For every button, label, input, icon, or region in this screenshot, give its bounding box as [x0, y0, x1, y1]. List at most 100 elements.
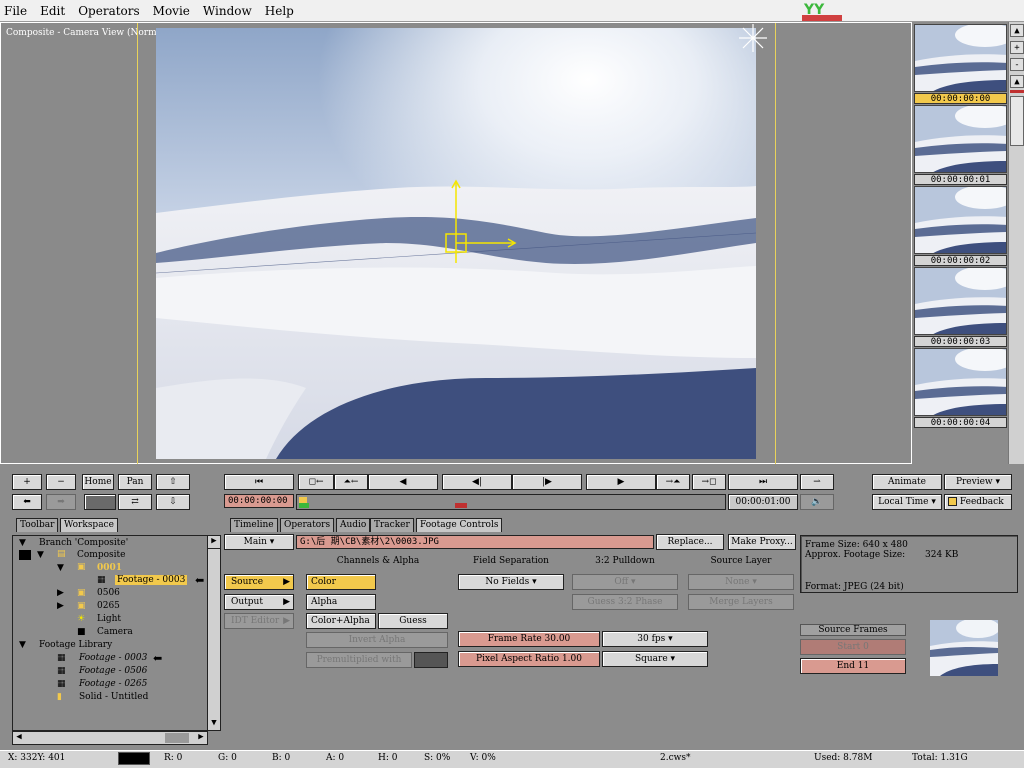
play-icon[interactable]: ▶	[586, 474, 656, 490]
frame-rate-field[interactable]: Frame Rate 30.00	[458, 631, 600, 647]
premultiplied-button[interactable]: Premultiplied with	[306, 652, 412, 668]
tree-footage-library[interactable]: Footage Library	[39, 640, 112, 650]
invert-alpha-button[interactable]: Invert Alpha	[306, 632, 448, 648]
tree-expand-icon[interactable]: ▶	[57, 601, 64, 611]
thumbnail-scrollbar[interactable]: ▲ + - ▲	[1008, 22, 1024, 464]
zoom-in-button[interactable]: +	[1010, 41, 1024, 54]
guess-button[interactable]: Guess	[378, 613, 448, 629]
go-to-end-icon[interactable]: ⏭	[728, 474, 798, 490]
tab-workspace[interactable]: Workspace	[60, 518, 118, 532]
guess-phase-button[interactable]: Guess 3:2 Phase	[572, 594, 678, 610]
tree-light[interactable]: Light	[97, 614, 121, 624]
tab-timeline[interactable]: Timeline	[230, 518, 278, 532]
frame-thumbnail[interactable]	[914, 348, 1007, 416]
end-time-field[interactable]: 00:00:01:00	[728, 494, 798, 510]
scroll-thumb[interactable]	[1010, 96, 1024, 146]
replace-button[interactable]: Replace...	[656, 534, 724, 550]
tree-composite[interactable]: Composite	[77, 550, 125, 560]
current-time-field[interactable]: 00:00:00:00	[224, 494, 294, 508]
tab-tracker[interactable]: Tracker	[370, 518, 414, 532]
tree-collapse-icon[interactable]: ▶	[207, 535, 221, 549]
link-tool-icon[interactable]: ⇄	[118, 494, 152, 510]
field-separation-dropdown[interactable]: No Fields ▾	[458, 574, 564, 590]
pixel-aspect-dropdown[interactable]: Square ▾	[602, 651, 708, 667]
frame-rate-dropdown[interactable]: 30 fps ▾	[602, 631, 708, 647]
next-keyframe-icon[interactable]: →⏶	[656, 474, 690, 490]
zoom-out-button[interactable]: −	[46, 474, 76, 490]
menu-movie[interactable]: Movie	[153, 4, 190, 18]
main-dropdown[interactable]: Main ▾	[224, 534, 294, 550]
local-time-dropdown[interactable]: Local Time ▾	[872, 494, 942, 510]
source-button[interactable]: Source ▶	[224, 574, 294, 590]
menu-file[interactable]: File	[4, 4, 27, 18]
tree-footage-0003[interactable]: Footage - 0003	[115, 575, 188, 585]
footage-path-field[interactable]: G:\后 期\CB\素材\2\0003.JPG	[296, 535, 654, 549]
end-frame-field[interactable]: End 11	[800, 658, 906, 674]
color-swatch-button[interactable]	[84, 494, 116, 510]
color-option[interactable]: Color	[306, 574, 376, 590]
source-layer-dropdown[interactable]: None ▾	[688, 574, 794, 590]
next-marker-icon[interactable]: →◻	[692, 474, 726, 490]
tree-layer-0001[interactable]: 0001	[97, 563, 122, 573]
tab-audio[interactable]: Audio	[336, 518, 371, 532]
camera-transform-gizmo[interactable]	[440, 178, 520, 268]
frame-thumbnail[interactable]	[914, 105, 1007, 173]
pan-button[interactable]: Pan	[118, 474, 152, 490]
scroll-up-icon[interactable]: ▲	[1010, 24, 1024, 37]
tree-expand-icon[interactable]: ▶	[57, 588, 64, 598]
library-footage-0003[interactable]: Footage - 0003	[79, 653, 147, 663]
scroll-down-icon[interactable]: ▼	[208, 718, 220, 730]
preview-dropdown[interactable]: Preview ▾	[944, 474, 1012, 490]
scroll-right-icon[interactable]: ▶	[195, 732, 207, 742]
tree-toggle-icon[interactable]: ▼	[57, 563, 64, 573]
alpha-option[interactable]: Alpha	[306, 594, 376, 610]
zoom-out-button[interactable]: -	[1010, 58, 1024, 71]
tree-layer-0265[interactable]: 0265	[97, 601, 120, 611]
menu-operators[interactable]: Operators	[78, 4, 139, 18]
library-footage-0506[interactable]: Footage - 0506	[79, 666, 147, 676]
prev-keyframe-icon[interactable]: ⏶←	[334, 474, 368, 490]
scroll-up-arrow-icon[interactable]: ▲	[1010, 75, 1024, 88]
pulldown-dropdown[interactable]: Off ▾	[572, 574, 678, 590]
scroll-thumb[interactable]	[165, 733, 189, 743]
output-button[interactable]: Output ▶	[224, 594, 294, 610]
frame-thumbnail[interactable]	[914, 186, 1007, 254]
pixel-aspect-field[interactable]: Pixel Aspect Ratio 1.00	[458, 651, 600, 667]
library-footage-0265[interactable]: Footage - 0265	[79, 679, 147, 689]
feedback-checkbox[interactable]: Feedback	[944, 494, 1012, 510]
make-proxy-button[interactable]: Make Proxy...	[728, 534, 796, 550]
start-frame-field[interactable]: Start 0	[800, 639, 906, 655]
menu-help[interactable]: Help	[265, 4, 294, 18]
move-up-icon[interactable]: ⇧	[156, 474, 190, 490]
tree-branch[interactable]: Branch 'Composite'	[39, 538, 128, 548]
step-forward-icon[interactable]: |▶	[512, 474, 582, 490]
tab-operators[interactable]: Operators	[280, 518, 335, 532]
library-solid[interactable]: Solid - Untitled	[79, 692, 148, 702]
merge-layers-button[interactable]: Merge Layers	[688, 594, 794, 610]
go-to-start-icon[interactable]: ⏮	[224, 474, 294, 490]
prev-marker-icon[interactable]: ◻←	[298, 474, 334, 490]
step-back-icon[interactable]: ◀|	[442, 474, 512, 490]
tree-branch-toggle-icon[interactable]: ▼	[19, 538, 26, 548]
tab-toolbar[interactable]: Toolbar	[16, 518, 59, 532]
tree-horizontal-scrollbar[interactable]: ◀ ▶	[12, 731, 208, 745]
tree-camera[interactable]: Camera	[97, 627, 133, 637]
audio-icon[interactable]: 🔈	[800, 494, 834, 510]
tree-toggle-icon[interactable]: ▼	[37, 550, 44, 560]
frame-thumbnail[interactable]	[914, 267, 1007, 335]
menu-edit[interactable]: Edit	[40, 4, 65, 18]
zoom-in-button[interactable]: +	[12, 474, 42, 490]
tree-vertical-scrollbar[interactable]: ▲ ▼	[207, 535, 221, 731]
color-alpha-option[interactable]: Color+Alpha	[306, 613, 376, 629]
tree-layer-0506[interactable]: 0506	[97, 588, 120, 598]
tab-footage-controls[interactable]: Footage Controls	[416, 518, 503, 532]
back-arrow-icon[interactable]: ⬅	[12, 494, 42, 510]
idt-editor-button[interactable]: IDT Editor ▶	[224, 613, 294, 629]
loop-icon[interactable]: ⇀	[800, 474, 834, 490]
tree-toggle-icon[interactable]: ▼	[19, 640, 26, 650]
frame-thumbnail[interactable]	[914, 24, 1007, 92]
home-button[interactable]: Home	[82, 474, 114, 490]
menu-window[interactable]: Window	[203, 4, 252, 18]
move-down-icon[interactable]: ⇩	[156, 494, 190, 510]
play-reverse-icon[interactable]: ◀	[368, 474, 438, 490]
